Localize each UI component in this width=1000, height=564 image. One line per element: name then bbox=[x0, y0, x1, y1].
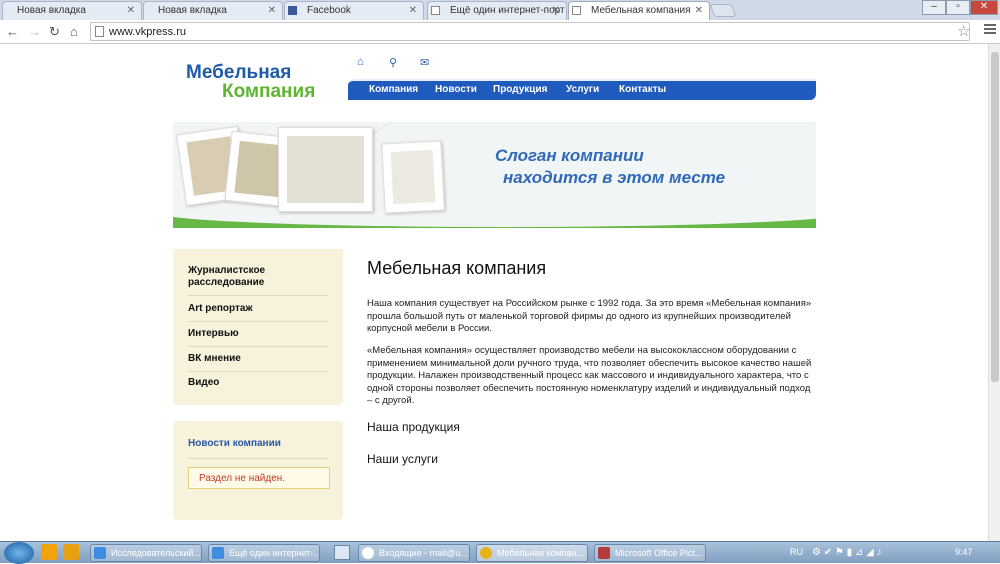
close-tab-icon[interactable]: ✕ bbox=[409, 5, 417, 16]
tab-label: Ещё один интернет-порт bbox=[450, 5, 565, 16]
main-nav: Компания Новости Продукция Услуги Контак… bbox=[348, 79, 816, 100]
sidebar-item-investigation[interactable]: Журналистское расследование bbox=[188, 265, 328, 296]
url-text: www.vkpress.ru bbox=[109, 26, 187, 38]
forward-arrow-icon[interactable]: → bbox=[28, 24, 41, 39]
media-player-icon[interactable] bbox=[63, 544, 79, 560]
page-title: Мебельная компания bbox=[367, 258, 547, 278]
tab-internet-portal[interactable]: Ещё один интернет-порт ✕ bbox=[427, 1, 567, 20]
slogan-line1: Слоган компании bbox=[495, 146, 644, 165]
products-heading[interactable]: Наша продукция bbox=[367, 420, 460, 434]
office-picture-icon bbox=[598, 547, 610, 559]
nav-news[interactable]: Новости bbox=[435, 84, 477, 95]
back-arrow-icon[interactable]: ← bbox=[6, 24, 19, 39]
taskbar-item-furniture[interactable]: Мебельная компан... bbox=[476, 544, 588, 562]
chrome-icon bbox=[480, 547, 492, 559]
tab-strip: Новая вкладка ✕ Новая вкладка ✕ Facebook ✕ … bbox=[0, 0, 1000, 21]
close-tab-icon[interactable]: ✕ bbox=[127, 5, 135, 16]
logo-line2[interactable]: Компания bbox=[222, 81, 315, 103]
clock[interactable]: 9:47 bbox=[955, 547, 973, 557]
taskbar-item-portal[interactable]: Ещё один интернет-... bbox=[208, 544, 320, 562]
tab-label: Новая вкладка bbox=[158, 5, 227, 16]
search-icon[interactable]: ⚲ bbox=[389, 56, 397, 69]
company-news-box: Новости компании Раздел не найден. bbox=[173, 421, 343, 520]
scrollbar[interactable] bbox=[988, 44, 1000, 541]
address-bar[interactable]: www.vkpress.ru bbox=[90, 22, 970, 41]
taskbar-item-inbox[interactable]: Входящие - mail@u... bbox=[358, 544, 470, 562]
mail-icon[interactable]: ✉ bbox=[420, 56, 429, 69]
taskbar-label: Microsoft Office Pict... bbox=[615, 548, 703, 558]
sidebar-item-video[interactable]: Видео bbox=[188, 377, 328, 395]
new-tab-button[interactable] bbox=[709, 4, 737, 17]
explorer-icon[interactable] bbox=[41, 544, 57, 560]
scrollbar-thumb[interactable] bbox=[991, 52, 999, 382]
nav-contacts[interactable]: Контакты bbox=[619, 84, 666, 95]
close-window-button[interactable]: ✕ bbox=[970, 0, 998, 15]
sidebar-item-interview[interactable]: Интервью bbox=[188, 328, 328, 347]
ie-icon bbox=[94, 547, 106, 559]
ie-icon bbox=[212, 547, 224, 559]
close-tab-icon[interactable]: ✕ bbox=[552, 5, 560, 16]
start-button[interactable] bbox=[4, 542, 34, 564]
taskbar-item-office-picture[interactable]: Microsoft Office Pict... bbox=[594, 544, 706, 562]
nav-products[interactable]: Продукция bbox=[493, 84, 547, 95]
taskbar-label: Ещё один интернет-... bbox=[229, 548, 320, 558]
close-tab-icon[interactable]: ✕ bbox=[268, 5, 276, 16]
taskbar-label: Мебельная компан... bbox=[497, 548, 585, 558]
chrome-menu-icon[interactable] bbox=[984, 24, 996, 36]
reload-icon[interactable]: ↻ bbox=[49, 24, 60, 40]
news-title[interactable]: Новости компании bbox=[188, 438, 281, 449]
intro-paragraph: Наша компания существует на Российском р… bbox=[367, 298, 812, 334]
tab-facebook[interactable]: Facebook ✕ bbox=[284, 1, 424, 20]
header-banner: Слоган компании находится в этом месте bbox=[173, 122, 816, 228]
tab-label: Новая вкладка bbox=[17, 5, 86, 16]
not-found-message: Раздел не найден. bbox=[188, 467, 330, 489]
close-tab-icon[interactable]: ✕ bbox=[695, 5, 703, 16]
nav-company[interactable]: Компания bbox=[369, 84, 418, 95]
tab-new-2[interactable]: Новая вкладка ✕ bbox=[143, 1, 283, 20]
tab-new-1[interactable]: Новая вкладка ✕ bbox=[2, 1, 142, 20]
slogan-line2: находится в этом месте bbox=[503, 168, 726, 187]
mail-client-icon bbox=[362, 547, 374, 559]
page-icon bbox=[572, 6, 581, 15]
taskbar-item-research[interactable]: Исследовательский... bbox=[90, 544, 202, 562]
minimize-button[interactable]: – bbox=[922, 0, 946, 15]
tray-icons[interactable]: ⚙ ✔ ⚑ ▮ ⊿ ◢ ♪ bbox=[812, 547, 882, 558]
language-indicator[interactable]: RU bbox=[790, 547, 803, 557]
tab-label: Мебельная компания bbox=[591, 5, 691, 16]
pictures-icon[interactable] bbox=[334, 545, 350, 560]
divider bbox=[188, 458, 328, 459]
maximize-button[interactable]: ▫ bbox=[946, 0, 970, 15]
services-heading[interactable]: Наши услуги bbox=[367, 452, 438, 466]
taskbar-label: Исследовательский... bbox=[111, 548, 201, 558]
furniture-photo bbox=[278, 127, 373, 212]
page-icon bbox=[431, 6, 440, 15]
production-paragraph: «Мебельная компания» осуществляет произв… bbox=[367, 345, 812, 406]
tab-furniture-company[interactable]: Мебельная компания ✕ bbox=[568, 1, 710, 21]
bookmark-star-icon[interactable]: ☆ bbox=[957, 22, 970, 40]
home-icon[interactable]: ⌂ bbox=[357, 56, 364, 68]
sidebar-item-vk-opinion[interactable]: ВК мнение bbox=[188, 353, 328, 372]
furniture-photo bbox=[381, 140, 445, 214]
nav-services[interactable]: Услуги bbox=[566, 84, 599, 95]
facebook-icon bbox=[288, 6, 297, 15]
home-icon[interactable]: ⌂ bbox=[70, 24, 78, 39]
taskbar-label: Входящие - mail@u... bbox=[379, 548, 468, 558]
tab-label: Facebook bbox=[307, 5, 351, 16]
sidebar-item-art-report[interactable]: Art репортаж bbox=[188, 303, 328, 322]
sidebar-menu: Журналистское расследование Art репортаж… bbox=[173, 249, 343, 405]
page-icon bbox=[95, 26, 104, 37]
browser-toolbar: ← → ↻ ⌂ www.vkpress.ru bbox=[0, 20, 1000, 44]
taskbar: Исследовательский... Ещё один интернет-.… bbox=[0, 541, 1000, 564]
